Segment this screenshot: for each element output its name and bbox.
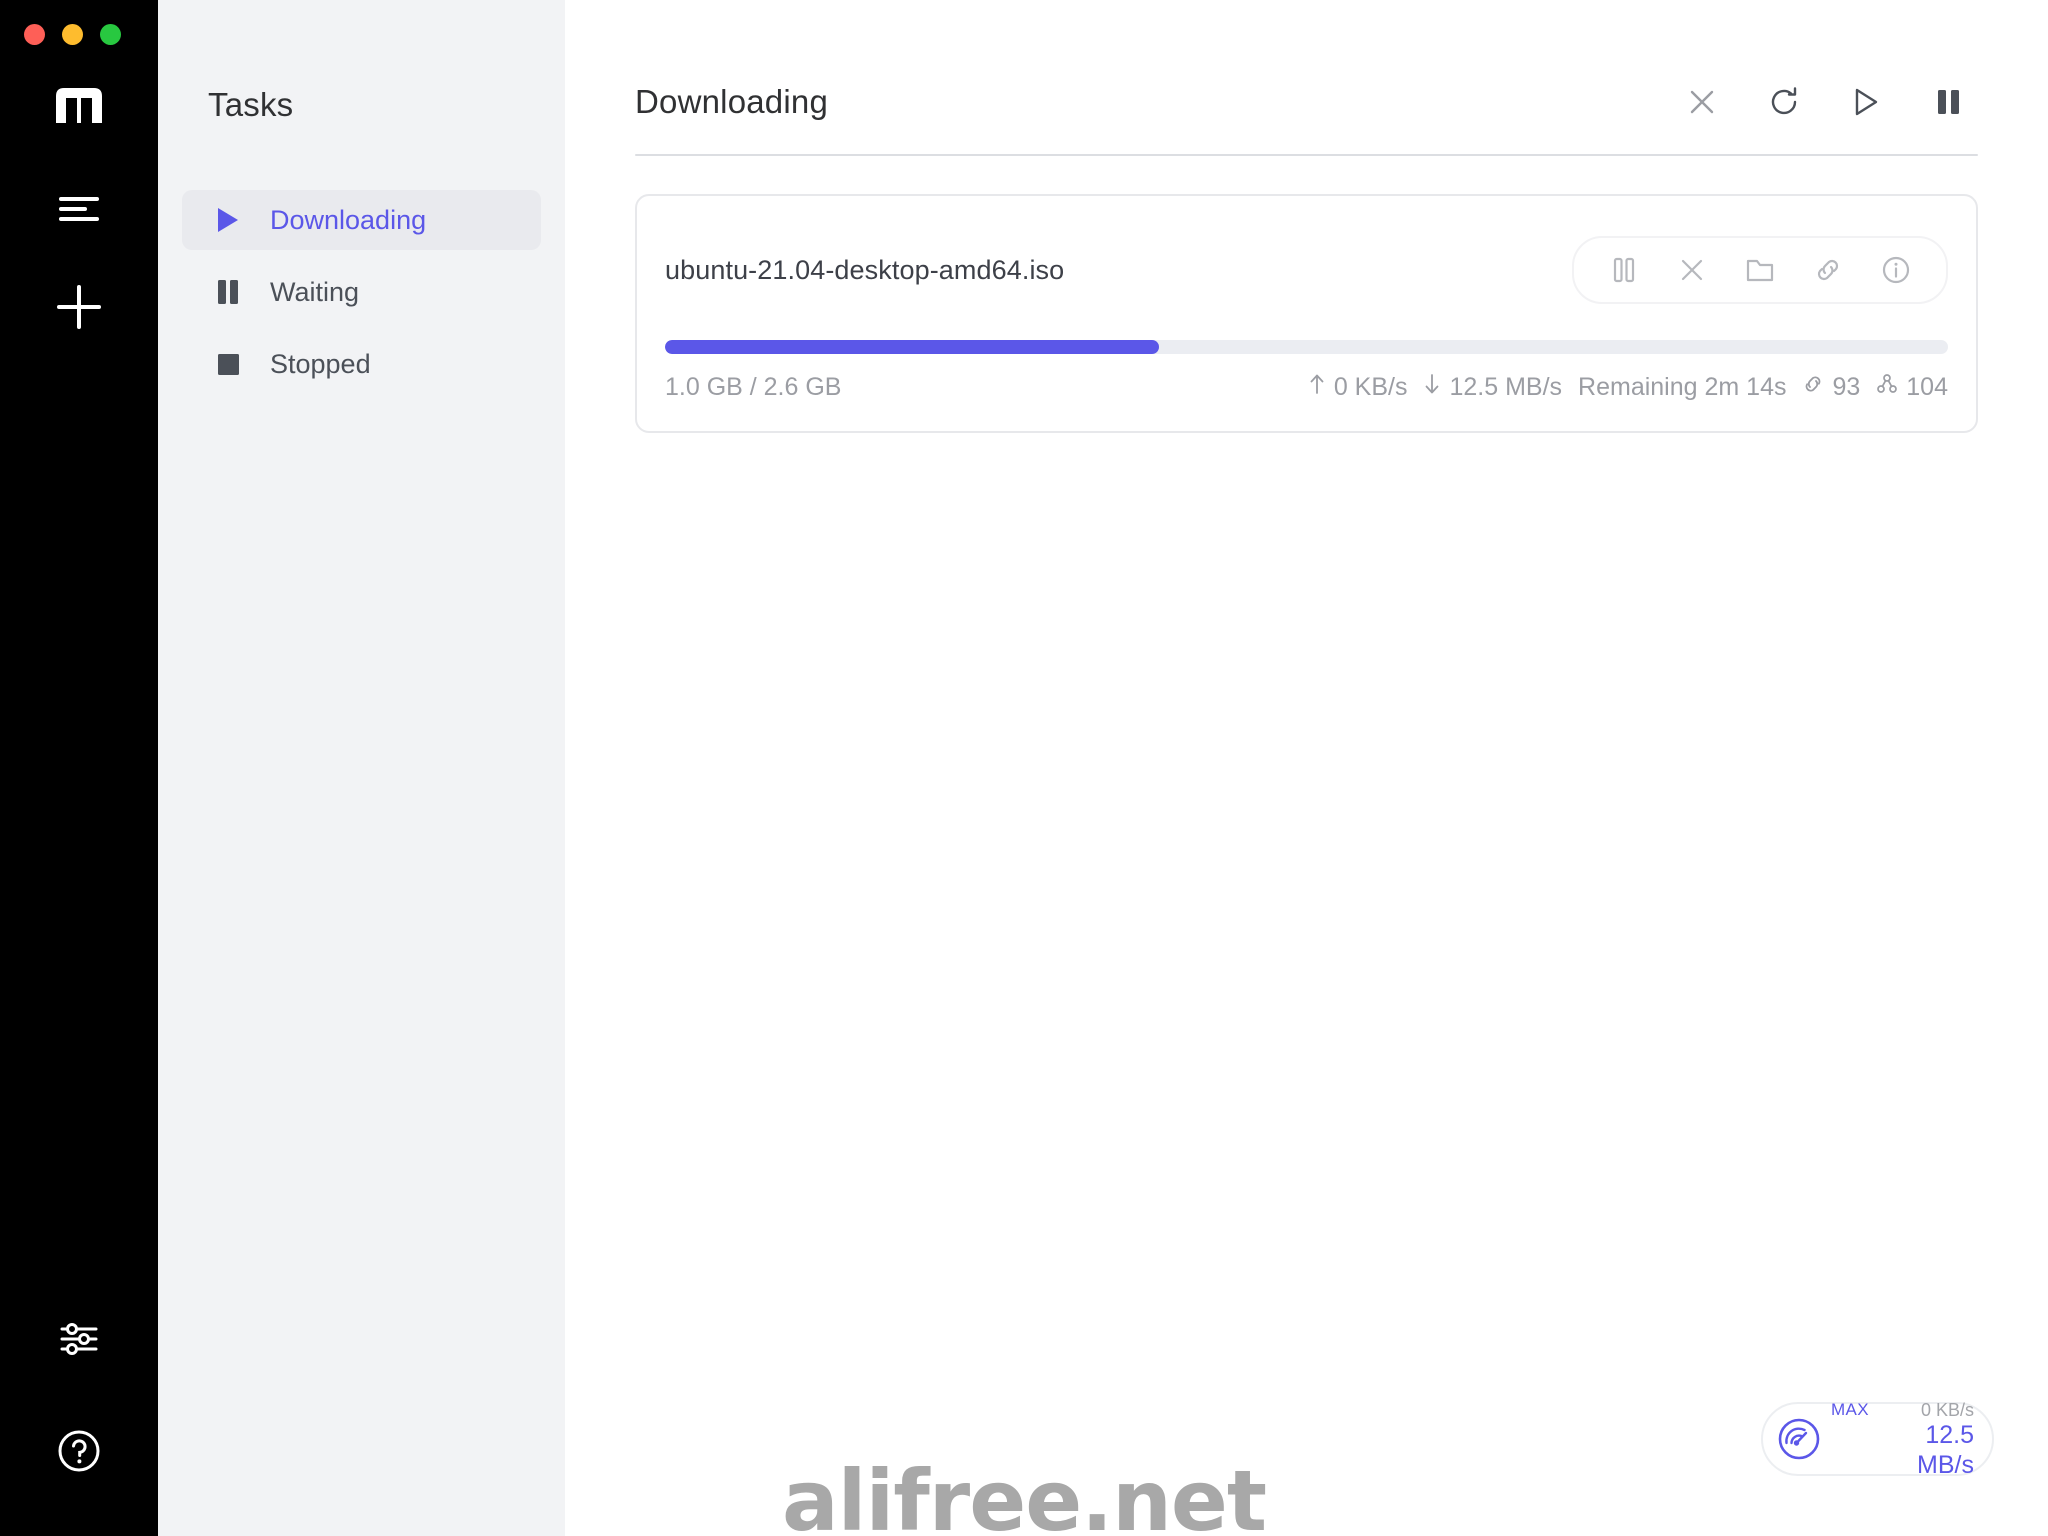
tasks-sidebar: Tasks Downloading Waiting Stopped xyxy=(158,0,565,1536)
app-window: Tasks Downloading Waiting Stopped Downlo… xyxy=(0,0,2048,1536)
task-stats: 0 KB/s 12.5 MB/s Remaining 2m 14s 93 104 xyxy=(1308,372,1948,403)
connections-icon xyxy=(1802,373,1824,402)
sidebar-item-label: Downloading xyxy=(270,204,427,235)
download-arrow-icon xyxy=(1423,372,1441,403)
pause-task-button[interactable] xyxy=(1600,246,1648,294)
download-speed-value: 12.5 MB/s xyxy=(1449,373,1563,401)
sidebar-item-stopped[interactable]: Stopped xyxy=(182,334,541,394)
upload-speed-stat: 0 KB/s xyxy=(1308,372,1408,403)
window-close-button[interactable] xyxy=(24,24,45,45)
peers-network-icon xyxy=(1876,373,1898,402)
global-upload-speed: 0 KB/s xyxy=(1920,1399,1974,1420)
speed-widget-values: MAX 0 KB/s 12.5 MB/s xyxy=(1831,1398,1974,1480)
task-size-text: 1.0 GB / 2.6 GB xyxy=(665,373,842,401)
speed-widget[interactable]: MAX 0 KB/s 12.5 MB/s xyxy=(1761,1400,1994,1479)
upload-speed-value: 0 KB/s xyxy=(1333,373,1408,401)
sidebar-item-waiting[interactable]: Waiting xyxy=(182,262,541,322)
header-divider xyxy=(635,154,1978,156)
app-logo xyxy=(51,84,107,126)
remaining-time-value: Remaining 2m 14s xyxy=(1578,373,1787,401)
refresh-button[interactable] xyxy=(1764,82,1804,122)
task-progress-track xyxy=(665,340,1948,354)
sidebar-title: Tasks xyxy=(208,86,294,123)
sidebar-item-downloading[interactable]: Downloading xyxy=(182,190,541,250)
pause-icon xyxy=(215,279,241,305)
speedometer-icon xyxy=(1777,1417,1821,1461)
main-header: Downloading xyxy=(635,0,1978,122)
task-action-bar xyxy=(1572,236,1948,304)
window-maximize-button[interactable] xyxy=(100,24,121,45)
rail-bottom-group xyxy=(0,1304,158,1486)
task-card[interactable]: ubuntu-21.04-desktop-amd64.iso 1.0 GB / … xyxy=(635,194,1978,433)
play-icon xyxy=(215,207,241,233)
task-progress-fill xyxy=(665,340,1159,354)
task-card-bottom: 1.0 GB / 2.6 GB 0 KB/s 12.5 MB/s Remaini… xyxy=(665,372,1948,403)
global-download-speed: 12.5 MB/s xyxy=(1917,1421,1974,1479)
window-traffic-lights xyxy=(24,24,121,45)
resume-all-button[interactable] xyxy=(1846,82,1886,122)
connections-stat: 93 xyxy=(1802,373,1860,402)
help-icon[interactable] xyxy=(44,1416,114,1486)
open-folder-button[interactable] xyxy=(1736,246,1784,294)
task-info-button[interactable] xyxy=(1872,246,1920,294)
remove-task-button[interactable] xyxy=(1668,246,1716,294)
page-title: Downloading xyxy=(635,83,828,120)
task-card-top: ubuntu-21.04-desktop-amd64.iso xyxy=(665,236,1948,304)
pause-all-button[interactable] xyxy=(1928,82,1968,122)
task-list-icon[interactable] xyxy=(44,174,114,244)
preferences-icon[interactable] xyxy=(44,1304,114,1374)
speed-values: 0 KB/s 12.5 MB/s xyxy=(1869,1400,1974,1480)
copy-link-button[interactable] xyxy=(1804,246,1852,294)
remaining-time-stat: Remaining 2m 14s xyxy=(1578,373,1786,402)
peers-stat: 104 xyxy=(1876,373,1948,402)
sidebar-nav-list: Downloading Waiting Stopped xyxy=(158,190,565,394)
header-actions xyxy=(1682,82,1978,122)
sidebar-item-label: Waiting xyxy=(270,276,360,307)
upload-arrow-icon xyxy=(1308,372,1326,403)
sidebar-item-label: Stopped xyxy=(270,348,371,379)
task-file-name: ubuntu-21.04-desktop-amd64.iso xyxy=(665,254,1065,285)
main-panel: Downloading ubuntu-21.04-desktop-amd64.i… xyxy=(565,0,2048,1536)
stop-icon xyxy=(215,351,241,377)
delete-all-button[interactable] xyxy=(1682,82,1722,122)
add-task-icon[interactable] xyxy=(44,272,114,342)
peers-value: 104 xyxy=(1906,373,1948,401)
download-speed-stat: 12.5 MB/s xyxy=(1423,372,1562,403)
connections-value: 93 xyxy=(1832,373,1861,401)
speed-mode-label: MAX xyxy=(1831,1399,1870,1419)
window-minimize-button[interactable] xyxy=(62,24,83,45)
left-rail xyxy=(0,0,158,1536)
